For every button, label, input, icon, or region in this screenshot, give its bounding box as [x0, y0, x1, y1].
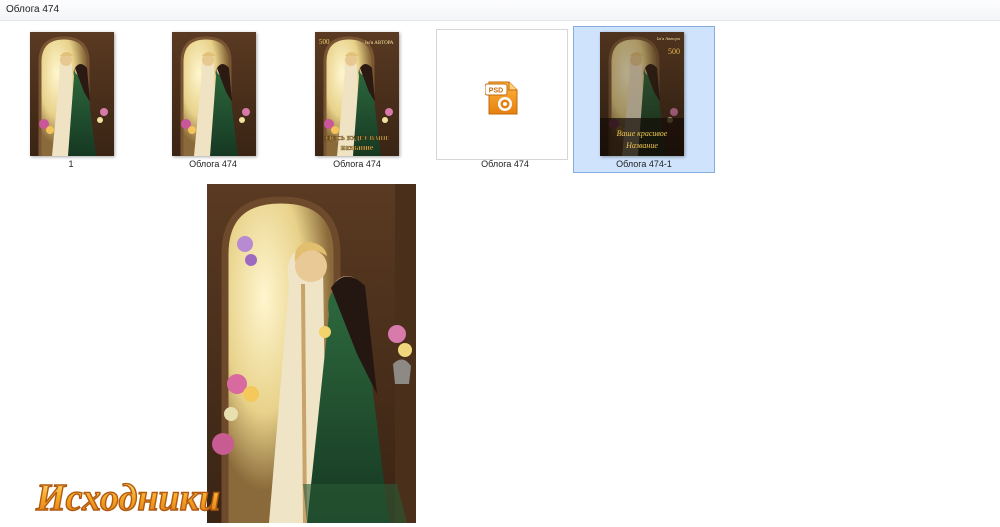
psd-thumbnail-frame: PSD [436, 29, 568, 160]
cover-author: Ім'я Автора [656, 36, 681, 41]
window-titlebar: Облога 474 [0, 0, 1000, 21]
file-label: Облога 474 [189, 159, 237, 169]
window-title: Облога 474 [6, 4, 60, 15]
file-label: Облога 474-1 [616, 159, 672, 169]
file-tile-2[interactable]: Облога 474 [142, 26, 284, 173]
file-tile-1[interactable]: 1 [0, 26, 142, 173]
file-tile-selected[interactable]: Ім'я Автора 500 Ваше красивое Название О… [573, 26, 715, 173]
cover-number: 500 [319, 38, 330, 46]
cover-title-line2: название [341, 143, 374, 152]
cover-author: Ім'я АВТОРА [365, 41, 394, 46]
cover-image [30, 32, 114, 156]
cover-image [172, 32, 256, 156]
cover-title-line1: Ваше красивое [617, 129, 668, 138]
watermark-text: Исходники [35, 477, 220, 519]
psd-file-icon: PSD [485, 81, 518, 115]
file-label: Облога 474 [481, 159, 529, 169]
image-thumbnail [30, 32, 114, 156]
file-tile-psd[interactable]: PSD Облога 474 [434, 26, 576, 173]
cover-image: 500 Ім'я АВТОРА ЗДЕСЬ БУДЕТ ВАШЕ названи… [315, 32, 399, 156]
cover-number: 500 [668, 47, 680, 56]
file-label: 1 [68, 159, 74, 169]
file-tile-3[interactable]: 500 Ім'я АВТОРА ЗДЕСЬ БУДЕТ ВАШЕ названи… [286, 26, 428, 173]
watermark-graphic: Исходники [34, 476, 220, 519]
image-thumbnail: Ім'я Автора 500 Ваше красивое Название [600, 32, 684, 156]
file-label: Облога 474 [333, 159, 381, 169]
cover-title-line2: Название [625, 141, 658, 150]
image-thumbnail: 500 Ім'я АВТОРА ЗДЕСЬ БУДЕТ ВАШЕ названи… [315, 32, 399, 156]
image-thumbnail [172, 32, 256, 156]
cover-title-line1: ЗДЕСЬ БУДЕТ ВАШЕ [324, 135, 390, 142]
psd-badge: PSD [489, 88, 503, 95]
watermark-logo: Исходники [14, 470, 242, 522]
cover-image: Ім'я Автора 500 Ваше красивое Название [600, 32, 684, 156]
